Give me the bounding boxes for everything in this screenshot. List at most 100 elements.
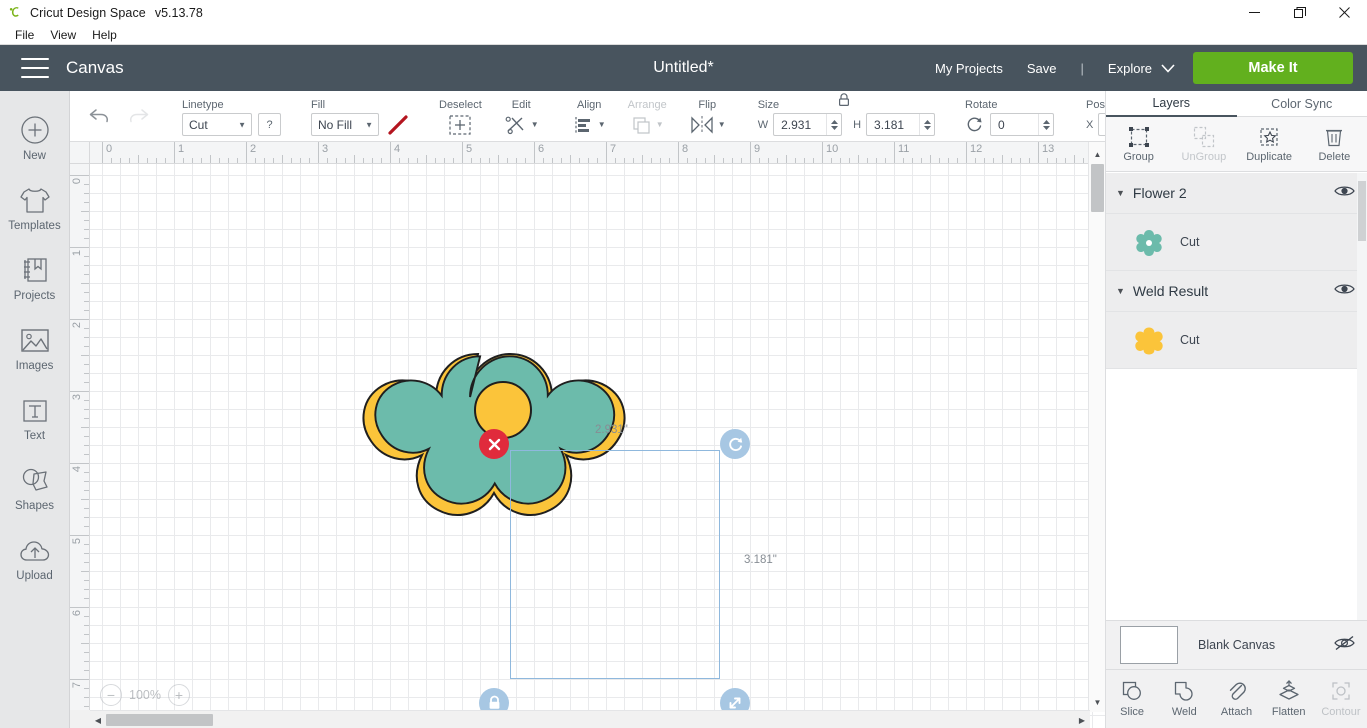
deselect-group[interactable]: Deselect [423, 91, 482, 142]
ruler-h-minor-tick [489, 158, 490, 163]
rotate-stepper[interactable] [1038, 114, 1053, 135]
menu-item-help[interactable]: Help [84, 27, 125, 43]
layer-item-row[interactable]: Cut [1106, 214, 1367, 271]
menu-item-view[interactable]: View [42, 27, 84, 43]
canvas-section-label: Canvas [66, 58, 124, 77]
tab-color-sync[interactable]: Color Sync [1237, 91, 1367, 117]
explore-machine-selector[interactable]: Explore [1108, 61, 1175, 76]
sidebar-item-templates[interactable]: Templates [0, 171, 70, 241]
resize-diagonal-icon [729, 697, 741, 709]
eye-visible-icon[interactable] [1334, 184, 1355, 203]
ruler-h-minor-tick [498, 155, 499, 163]
no-fill-slash-icon[interactable] [387, 114, 409, 136]
menu-item-file[interactable]: File [7, 27, 42, 43]
arrange-group[interactable]: Arrange ▼ [606, 91, 667, 142]
fill-select[interactable]: No Fill [311, 113, 379, 136]
ruler-h-minor-tick [237, 158, 238, 163]
attach-button[interactable]: Attach [1210, 680, 1262, 718]
width-field[interactable] [773, 113, 843, 136]
sidebar-item-text[interactable]: Text [0, 381, 70, 451]
align-group[interactable]: Align ▼ [557, 91, 606, 142]
ruler-h-label: 1 [178, 143, 185, 155]
layers-scrollbar[interactable] [1357, 173, 1367, 620]
canvas-horizontal-scrollbar[interactable]: ◀ ▶ [90, 710, 1090, 728]
slice-button[interactable]: Slice [1106, 680, 1158, 718]
rotate-field[interactable] [990, 113, 1055, 136]
slice-label: Slice [1120, 706, 1145, 718]
caret-down-icon[interactable]: ▼ [1116, 286, 1125, 296]
sidebar-item-projects[interactable]: Projects [0, 241, 70, 311]
size-lock-toggle[interactable] [836, 92, 852, 113]
ruler-h-minor-tick [948, 158, 949, 163]
ruler-h-minor-tick [579, 158, 580, 163]
sidebar-item-new[interactable]: New [0, 101, 70, 171]
layer-group-row[interactable]: ▼ Flower 2 [1106, 173, 1367, 214]
flip-group[interactable]: Flip ▼ [667, 91, 726, 142]
caret-left-icon[interactable]: ◀ [90, 711, 106, 728]
panel-tabs: Layers Color Sync [1106, 91, 1367, 117]
rotate-icon[interactable] [965, 115, 984, 134]
edit-group[interactable]: Edit ▼ [482, 91, 539, 142]
group-button[interactable]: Group [1106, 117, 1171, 171]
ruler-v-minor-tick [81, 643, 89, 644]
menu-bar: File View Help [0, 26, 1367, 45]
canvas-workspace[interactable]: 2.931" 3.181" 0 1 2 3 4 5 6 7 8 9 10 11 … [70, 142, 1105, 728]
ruler-h-minor-tick [1020, 158, 1021, 163]
caret-down-icon[interactable]: ▼ [1089, 694, 1106, 710]
ruler-h-minor-tick [327, 158, 328, 163]
hamburger-icon[interactable] [21, 58, 49, 78]
canvas-vertical-scrollbar[interactable]: ▲ ▼ [1088, 142, 1105, 712]
caret-down-icon[interactable]: ▼ [1116, 188, 1125, 198]
sidebar-item-images[interactable]: Images [0, 311, 70, 381]
rotate-input[interactable] [991, 114, 1039, 135]
contour-button[interactable]: Contour [1315, 680, 1367, 718]
close-icon[interactable] [1322, 0, 1367, 26]
vertical-scroll-thumb[interactable] [1091, 164, 1104, 212]
ungroup-button[interactable]: UnGroup [1171, 117, 1236, 171]
blank-canvas-row[interactable]: Blank Canvas [1106, 620, 1367, 670]
minimize-icon[interactable] [1232, 0, 1277, 26]
height-stepper[interactable] [919, 114, 934, 135]
linetype-help-button[interactable]: ? [258, 113, 281, 136]
undo-arrow-icon[interactable] [88, 107, 111, 125]
ruler-h-minor-tick [660, 158, 661, 163]
ruler-h-minor-tick [228, 158, 229, 163]
horizontal-scroll-thumb[interactable] [106, 714, 213, 726]
ruler-h-minor-tick [156, 158, 157, 163]
blank-canvas-swatch[interactable] [1120, 626, 1178, 664]
caret-up-icon[interactable]: ▲ [1089, 146, 1106, 162]
ruler-h-minor-tick [1029, 158, 1030, 163]
plus-circle-icon[interactable]: + [167, 684, 190, 706]
height-input[interactable] [867, 114, 920, 135]
height-field[interactable] [866, 113, 936, 136]
minus-circle-icon[interactable]: − [100, 684, 122, 706]
rotate-handle[interactable] [720, 429, 750, 459]
delete-button[interactable]: Delete [1302, 117, 1367, 171]
ruler-h-minor-tick [165, 158, 166, 163]
layers-scroll-thumb[interactable] [1358, 181, 1366, 241]
ruler-h-minor-tick [615, 158, 616, 163]
duplicate-button[interactable]: Duplicate [1237, 117, 1302, 171]
eye-hidden-icon[interactable] [1334, 635, 1355, 656]
width-stepper[interactable] [826, 114, 841, 135]
sidebar-item-upload[interactable]: Upload [0, 521, 70, 591]
cricut-design-space-window: Cricut Design Space v5.13.78 File View H… [0, 0, 1367, 728]
eye-visible-icon[interactable] [1334, 282, 1355, 301]
save-button[interactable]: Save [1027, 61, 1057, 76]
ruler-v-minor-tick [84, 382, 89, 383]
layer-group-row[interactable]: ▼ Weld Result [1106, 271, 1367, 312]
tab-layers[interactable]: Layers [1106, 91, 1237, 117]
sidebar-item-shapes[interactable]: Shapes [0, 451, 70, 521]
delete-handle[interactable] [479, 429, 509, 459]
caret-right-icon[interactable]: ▶ [1074, 711, 1090, 728]
linetype-select[interactable]: Cut [182, 113, 252, 136]
weld-button[interactable]: Weld [1158, 680, 1210, 718]
layer-item-row[interactable]: Cut [1106, 312, 1367, 369]
width-input[interactable] [774, 114, 827, 135]
maximize-icon[interactable] [1277, 0, 1322, 26]
selection-bounding-box[interactable] [510, 450, 720, 679]
make-it-button[interactable]: Make It [1193, 52, 1353, 84]
my-projects-button[interactable]: My Projects [935, 61, 1003, 76]
redo-arrow-icon[interactable] [127, 107, 150, 125]
flatten-button[interactable]: Flatten [1263, 680, 1315, 718]
